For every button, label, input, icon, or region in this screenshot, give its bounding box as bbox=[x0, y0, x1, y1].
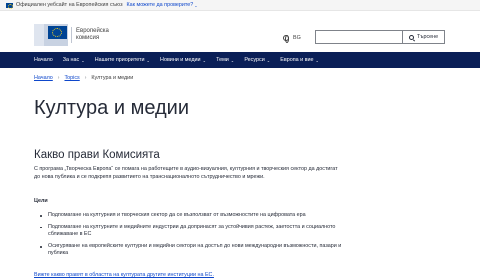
nav-item-europe-and-you[interactable]: Европа и вие ⌄ bbox=[280, 57, 319, 63]
nav-item-home[interactable]: Начало bbox=[34, 57, 53, 63]
main-navigation: Начало За нас ⌄ Нашите приоритети ⌄ Нови… bbox=[0, 52, 480, 68]
list-item: Подпомагане на културните и медийните ин… bbox=[40, 224, 350, 239]
banner-text: Официален уебсайт на Европейския съюз bbox=[16, 2, 123, 8]
nav-item-label: Новини и медии bbox=[160, 57, 201, 63]
how-to-check-link[interactable]: Как можете да проверите? bbox=[127, 2, 194, 8]
chevron-right-icon: › bbox=[57, 75, 60, 81]
section-title: Какво прави Комисията bbox=[34, 149, 160, 161]
logo-line-2: комисия bbox=[76, 35, 100, 41]
goals-label: Цели bbox=[34, 198, 48, 204]
intro-paragraph: С програма „Творческа Европа“ се помага … bbox=[34, 166, 338, 180]
breadcrumb-home[interactable]: Начало bbox=[34, 75, 53, 81]
european-commission-logo[interactable]: Европейска комисия bbox=[34, 24, 109, 46]
nav-item-label: Начало bbox=[34, 57, 53, 63]
language-code: BG bbox=[293, 35, 301, 41]
commission-logo-icon bbox=[34, 24, 68, 46]
search-button-label: Търсене bbox=[416, 34, 439, 40]
search-button[interactable]: Търсене bbox=[402, 30, 445, 44]
search-input[interactable] bbox=[315, 30, 402, 44]
other-institutions-link[interactable]: Вижте какво правят в областта на култура… bbox=[34, 272, 214, 278]
globe-icon bbox=[283, 35, 290, 44]
page-title: Култура и медии bbox=[34, 97, 190, 119]
chevron-down-icon: ⌄ bbox=[230, 57, 235, 63]
chevron-down-icon: ⌄ bbox=[315, 57, 320, 63]
chevron-down-icon: ⌄ bbox=[266, 57, 271, 63]
breadcrumb-current: Култура и медии bbox=[91, 75, 134, 81]
language-selector[interactable]: BG bbox=[283, 35, 301, 44]
nav-item-topics[interactable]: Теми ⌄ bbox=[216, 57, 234, 63]
logo-divider bbox=[71, 27, 72, 43]
breadcrumb-topics[interactable]: Topics bbox=[64, 75, 79, 81]
chevron-down-icon: ⌄ bbox=[81, 57, 85, 63]
nav-item-priorities[interactable]: Нашите приоритети ⌄ bbox=[95, 57, 150, 63]
breadcrumb: Начало › Topics › Култура и медии bbox=[34, 75, 133, 81]
nav-item-label: За нас bbox=[62, 57, 80, 63]
nav-item-about[interactable]: За нас ⌄ bbox=[63, 57, 85, 63]
logo-text: Европейска комисия bbox=[76, 28, 109, 42]
nav-item-resources[interactable]: Ресурси ⌄ bbox=[244, 57, 270, 63]
list-item: Подпомагане на културния и творческия се… bbox=[40, 212, 350, 220]
chevron-right-icon: › bbox=[84, 75, 87, 81]
nav-item-label: Теми bbox=[216, 57, 229, 63]
eu-flag-icon bbox=[6, 2, 13, 9]
list-item: Осигуряване на европейските културни и м… bbox=[40, 243, 350, 258]
search-icon bbox=[408, 34, 414, 40]
nav-item-news[interactable]: Новини и медии ⌄ bbox=[160, 57, 206, 63]
eu-official-banner: Официален уебсайт на Европейския съюз Ка… bbox=[0, 0, 480, 11]
nav-item-label: Ресурси bbox=[244, 57, 265, 63]
nav-item-label: Нашите приоритети bbox=[94, 57, 145, 63]
chevron-down-icon: ⌄ bbox=[194, 2, 198, 8]
chevron-down-icon: ⌄ bbox=[202, 57, 207, 63]
logo-line-1: Европейска bbox=[76, 28, 109, 34]
goals-list: Подпомагане на културния и творческия се… bbox=[40, 212, 350, 262]
nav-item-label: Европа и вие bbox=[280, 57, 314, 63]
chevron-down-icon: ⌄ bbox=[146, 57, 151, 63]
search-form: Търсене bbox=[315, 30, 445, 44]
